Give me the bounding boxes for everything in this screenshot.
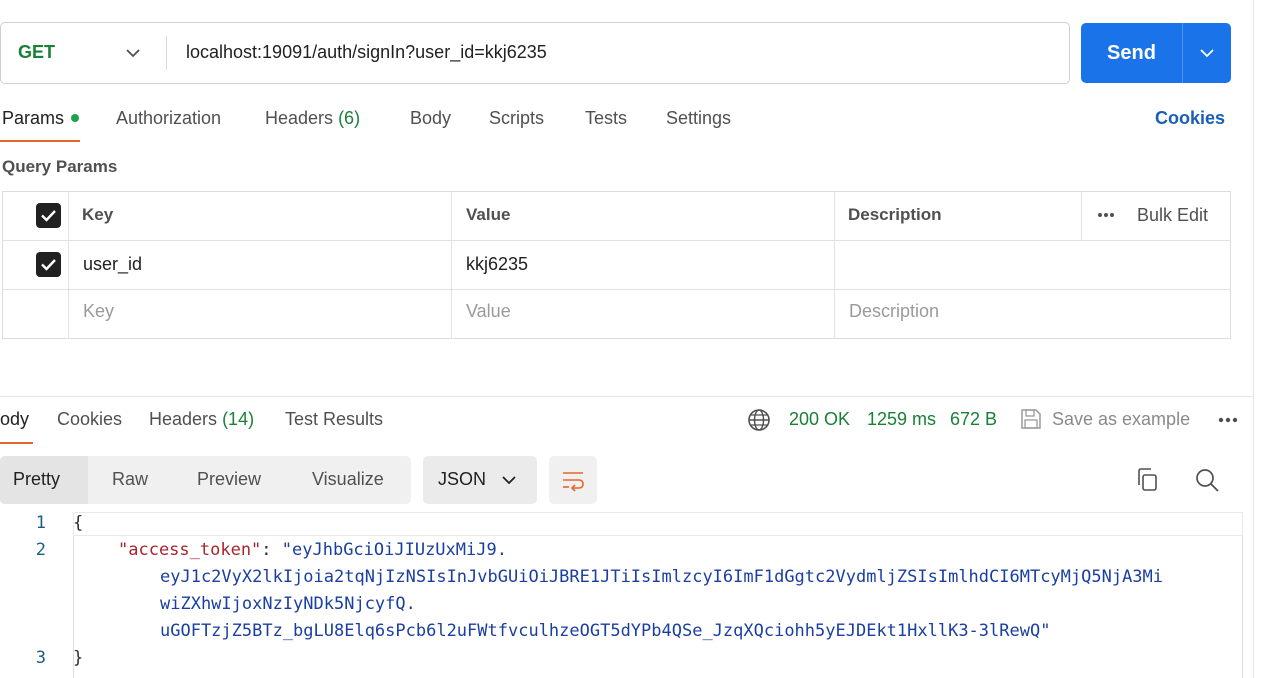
check-icon — [41, 259, 56, 271]
check-icon — [41, 210, 56, 222]
param-value-cell[interactable]: kkj6235 — [466, 254, 528, 275]
select-all-checkbox[interactable] — [36, 203, 61, 228]
response-headers-count: (14) — [222, 409, 255, 429]
column-header-key: Key — [82, 205, 114, 224]
divider — [166, 36, 167, 70]
json-string-value: uGOFTzjZ5BTz_bgLU8Elq6sPcb6l2uFWtfvculhz… — [160, 621, 1051, 641]
json-string-value: wiZXhwIjoxNzIyNDk5NjcyfQ. — [160, 594, 416, 614]
new-description-input[interactable]: Description — [849, 301, 939, 322]
response-tab-test-results[interactable]: Test Results — [285, 409, 383, 430]
save-icon[interactable] — [1019, 407, 1043, 431]
response-time[interactable]: 1259 ms — [867, 409, 936, 430]
column-header-description: Description — [848, 205, 942, 224]
tab-authorization[interactable]: Authorization — [116, 108, 221, 129]
line-number: 3 — [35, 648, 46, 668]
active-tab-indicator — [0, 140, 80, 142]
copy-icon[interactable] — [1135, 467, 1159, 493]
cookies-link[interactable]: Cookies — [1155, 108, 1225, 129]
view-raw-button[interactable]: Raw — [112, 469, 148, 490]
format-label: JSON — [438, 469, 487, 489]
chevron-down-icon[interactable] — [124, 44, 142, 62]
method-selector[interactable]: GET — [18, 42, 55, 63]
current-line-highlight — [73, 512, 1243, 536]
response-tab-body[interactable]: ody — [0, 409, 29, 430]
tab-headers[interactable]: Headers (6) — [265, 108, 360, 129]
new-value-input[interactable]: Value — [466, 301, 511, 322]
send-button-label[interactable]: Send — [1081, 23, 1182, 83]
response-size[interactable]: 672 B — [950, 409, 997, 430]
params-active-dot — [71, 114, 79, 122]
json-string-value: "eyJhbGciOiJIUzUxMiJ9. — [281, 540, 507, 560]
panel-edge — [1253, 0, 1254, 678]
status-code[interactable]: 200 OK — [789, 409, 850, 430]
param-key-cell[interactable]: user_id — [83, 254, 142, 275]
search-icon[interactable] — [1194, 467, 1220, 493]
active-response-tab-indicator — [0, 442, 33, 444]
view-visualize-button[interactable]: Visualize — [312, 469, 384, 490]
wrap-text-icon — [563, 472, 584, 492]
json-colon: : — [261, 540, 282, 560]
table-divider — [2, 240, 1231, 241]
table-divider — [2, 289, 1231, 290]
send-options-chevron-icon[interactable] — [1198, 44, 1216, 62]
view-pretty-button[interactable]: Pretty — [13, 469, 60, 490]
tab-params[interactable]: Params — [2, 108, 64, 129]
view-preview-button[interactable]: Preview — [197, 469, 261, 490]
bulk-edit-button[interactable]: Bulk Edit — [1137, 205, 1208, 226]
globe-icon[interactable] — [747, 408, 771, 432]
json-key: "access_token" — [118, 540, 262, 560]
save-as-example-button[interactable]: Save as example — [1052, 409, 1190, 430]
new-key-input[interactable]: Key — [83, 301, 114, 322]
line-number: 1 — [35, 513, 46, 533]
column-divider — [68, 191, 69, 339]
tab-settings[interactable]: Settings — [666, 108, 731, 129]
headers-count: (6) — [338, 108, 361, 128]
column-divider — [451, 191, 452, 339]
tab-headers-label: Headers — [265, 108, 334, 128]
json-close-brace: } — [73, 648, 84, 668]
response-tab-cookies[interactable]: Cookies — [57, 409, 122, 430]
response-divider[interactable] — [0, 396, 1253, 397]
column-divider — [834, 191, 835, 339]
param-description-cell[interactable] — [849, 254, 1219, 278]
json-open-brace: { — [73, 513, 84, 533]
column-header-value: Value — [466, 205, 511, 224]
response-headers-label: Headers — [149, 409, 218, 429]
tab-scripts[interactable]: Scripts — [489, 108, 544, 129]
json-string-value: eyJ1c2VyX2lkIjoia2tqNjIzNSIsInJvbGUiOiJB… — [160, 567, 1164, 587]
json-line: "access_token": "eyJhbGciOiJIUzUxMiJ9. — [118, 540, 507, 560]
line-number: 2 — [35, 540, 46, 560]
url-input[interactable]: localhost:19091/auth/signIn?user_id=kkj6… — [186, 42, 547, 63]
send-divider — [1182, 23, 1183, 83]
response-tab-headers[interactable]: Headers (14) — [149, 409, 254, 430]
tab-tests[interactable]: Tests — [585, 108, 627, 129]
tab-body[interactable]: Body — [410, 108, 451, 129]
chevron-down-icon — [502, 476, 516, 485]
row-checkbox[interactable] — [36, 252, 61, 277]
column-divider — [1081, 191, 1082, 240]
query-params-title: Query Params — [2, 157, 118, 176]
more-horizontal-icon[interactable] — [1217, 414, 1239, 426]
more-horizontal-icon[interactable] — [1096, 209, 1116, 221]
